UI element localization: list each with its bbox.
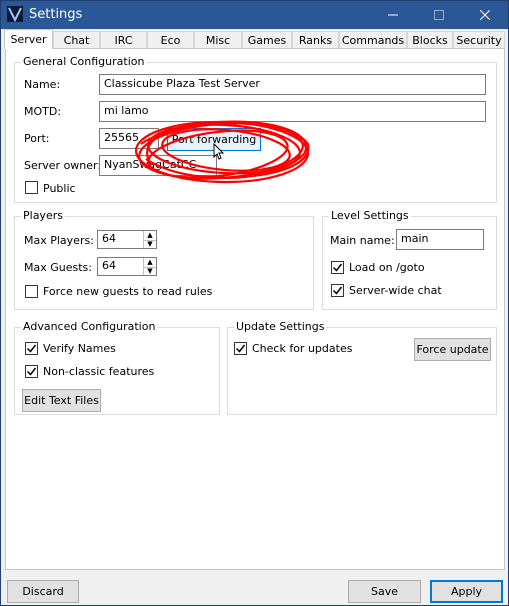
level-settings-title: Level Settings [329,209,411,222]
server-chat-label: Server-wide chat [349,284,442,297]
apply-button[interactable]: Apply [430,580,503,603]
general-config-title: General Configuration [21,55,147,68]
maximize-button[interactable] [416,1,462,29]
verify-names-label: Verify Names [43,342,116,355]
port-label: Port: [24,132,50,145]
tab-ranks[interactable]: Ranks [292,31,339,48]
tab-games[interactable]: Games [242,31,292,48]
mouse-cursor-icon [213,143,225,160]
max-guests-spinner[interactable]: ▲ ▼ [143,258,156,275]
tab-blocks[interactable]: Blocks [407,31,453,48]
force-rules-label: Force new guests to read rules [43,285,213,298]
players-title: Players [21,209,65,222]
tab-eco[interactable]: Eco [147,31,194,48]
checkmark-icon [332,286,343,295]
force-rules-checkbox[interactable] [25,285,38,298]
checkmark-icon [332,263,343,272]
check-updates-checkbox[interactable] [234,342,247,355]
max-guests-label: Max Guests: [24,261,92,274]
app-icon [7,6,23,22]
checkmark-icon [235,344,246,353]
tab-chat[interactable]: Chat [53,31,100,48]
close-button[interactable] [462,1,508,29]
minimize-button[interactable] [370,1,416,29]
close-icon [480,10,490,20]
update-settings-title: Update Settings [234,320,327,333]
owner-label: Server owner: [24,159,102,172]
motd-label: MOTD: [24,105,62,118]
minimize-icon [388,14,398,16]
public-label: Public [43,182,76,195]
maximize-icon [434,10,444,20]
load-goto-label: Load on /goto [349,261,425,274]
save-button[interactable]: Save [348,580,421,603]
main-name-field[interactable]: main [396,229,484,250]
discard-button[interactable]: Discard [7,580,79,603]
settings-window: Settings Server Chat IRC Eco Misc Games … [0,0,509,606]
advanced-config-title: Advanced Configuration [21,320,158,333]
max-players-field[interactable]: 64 ▲ ▼ [97,230,157,249]
load-goto-checkbox[interactable] [331,261,344,274]
force-update-button[interactable]: Force update [414,338,491,361]
max-guests-value: 64 [102,259,116,272]
server-chat-checkbox[interactable] [331,284,344,297]
max-players-label: Max Players: [24,234,94,247]
max-players-value: 64 [102,232,116,245]
verify-names-checkbox[interactable] [25,342,38,355]
check-updates-label: Check for updates [252,342,353,355]
name-label: Name: [24,78,61,91]
tab-irc[interactable]: IRC [100,31,147,48]
spin-down-icon[interactable]: ▼ [144,240,156,248]
nonclassic-label: Non-classic features [43,365,155,378]
server-tab-panel: General Configuration Name: Classicube P… [5,48,505,570]
advanced-config-group: Advanced Configuration Verify Names Non-… [14,320,220,415]
update-settings-group: Update Settings Check for updates Force … [227,320,497,415]
max-players-spinner[interactable]: ▲ ▼ [143,231,156,248]
main-name-label: Main name: [330,234,395,247]
edit-text-files-button[interactable]: Edit Text Files [22,389,101,412]
tab-misc[interactable]: Misc [194,31,242,48]
checkmark-icon [26,367,37,376]
tab-server[interactable]: Server [4,29,53,49]
max-guests-field[interactable]: 64 ▲ ▼ [97,257,157,276]
tab-security[interactable]: Security [453,31,505,48]
spin-down-icon[interactable]: ▼ [144,267,156,275]
tab-commands[interactable]: Commands [339,31,407,48]
title-bar: Settings [1,1,508,29]
public-checkbox[interactable] [25,181,38,194]
level-settings-group: Level Settings Main name: main Load on /… [322,209,497,310]
nonclassic-checkbox[interactable] [25,365,38,378]
window-title: Settings [29,7,83,22]
checkmark-icon [26,344,37,353]
players-group: Players Max Players: 64 ▲ ▼ Max Guests: … [14,209,314,310]
name-field[interactable]: Classicube Plaza Test Server [99,74,486,95]
